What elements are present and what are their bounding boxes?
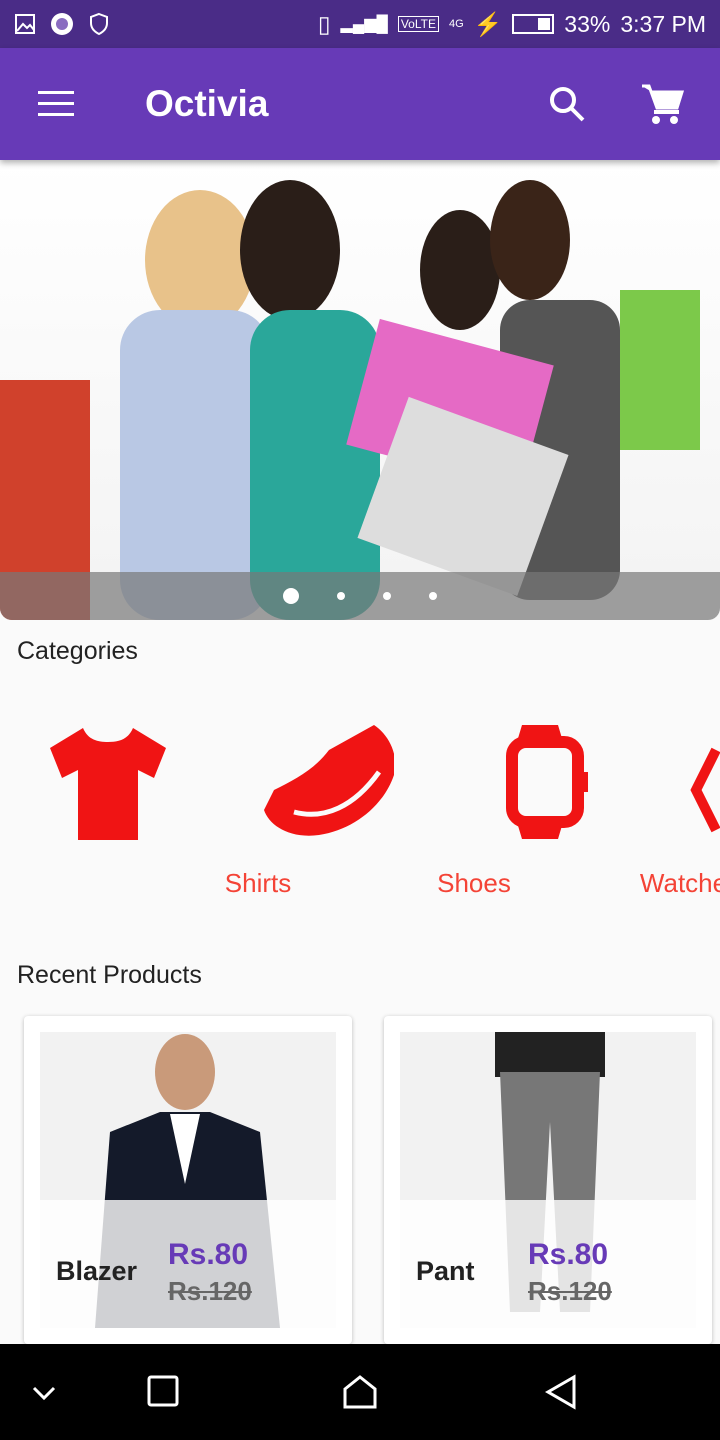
shoe-icon: [264, 725, 396, 836]
product-price: Rs.80: [168, 1238, 249, 1271]
search-icon[interactable]: [548, 85, 586, 123]
shirt-icon: [50, 728, 166, 840]
recent-products-heading: Recent Products: [17, 961, 202, 989]
app-bar: Octivia: [0, 48, 720, 160]
indicator-dot[interactable]: [337, 592, 345, 600]
product-price: Rs.80: [528, 1238, 609, 1271]
app-title: Octivia: [145, 83, 269, 124]
network-type: 4G: [448, 18, 464, 30]
volte-badge: VoLTE: [397, 16, 439, 32]
product-old-price: Rs.120: [528, 1276, 612, 1306]
carousel-indicators: [0, 572, 720, 620]
product-name: Pant: [416, 1256, 475, 1286]
home-icon[interactable]: [342, 1374, 378, 1410]
system-nav-bar: [0, 1344, 720, 1440]
banner-image: [0, 180, 700, 620]
recents-icon[interactable]: [146, 1374, 182, 1410]
indicator-dot[interactable]: [383, 592, 391, 600]
category-shoes[interactable]: Shoes: [244, 720, 511, 898]
signal-icon: ▂▄▆█: [340, 16, 388, 33]
clock: 3:37 PM: [620, 10, 706, 37]
cart-icon[interactable]: [640, 83, 684, 125]
category-watches[interactable]: Watches: [460, 720, 720, 898]
category-partial[interactable]: J: [676, 720, 720, 849]
indicator-dot[interactable]: [283, 588, 299, 604]
product-old-price: Rs.120: [168, 1276, 252, 1306]
jewelry-icon: [690, 747, 720, 833]
menu-icon[interactable]: [38, 91, 74, 117]
battery-percent: 33%: [564, 10, 611, 37]
category-label: Shirts: [224, 868, 292, 898]
product-card-pant[interactable]: Pant Rs.80 Rs.120: [384, 1016, 712, 1344]
indicator-dot[interactable]: [429, 592, 437, 600]
product-name: Blazer: [56, 1256, 138, 1286]
promo-carousel[interactable]: [0, 160, 720, 620]
vibrate-icon: ▯: [317, 10, 331, 37]
product-card-blazer[interactable]: Blazer Rs.80 Rs.120: [24, 1016, 352, 1344]
gallery-icon: [15, 14, 35, 34]
battery-icon: [512, 14, 555, 34]
category-label: Watches: [639, 868, 720, 898]
categories-heading: Categories: [17, 637, 138, 665]
record-icon: [51, 13, 73, 35]
back-icon[interactable]: [544, 1374, 580, 1410]
status-bar: ▯ ▂▄▆█ VoLTE 4G ⚡ 33% 3:37 PM: [0, 0, 720, 48]
watch-icon: [506, 725, 588, 839]
shield-icon: [90, 12, 108, 36]
category-label: Shoes: [437, 868, 511, 898]
chevron-down-icon[interactable]: [30, 1374, 58, 1410]
charging-icon: ⚡: [473, 10, 503, 37]
category-shirts[interactable]: Shirts: [28, 720, 291, 898]
